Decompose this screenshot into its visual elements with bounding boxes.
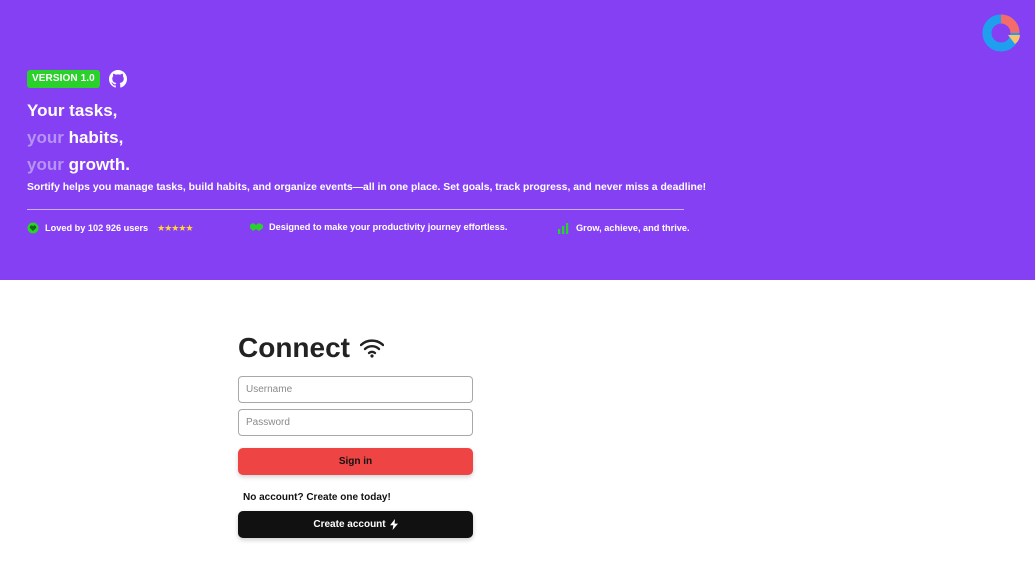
headline-line-2-word: habits, [68,128,124,147]
wifi-icon [360,339,384,358]
badge-row: VERSION 1.0 [27,70,127,88]
bar-chart-icon [558,223,569,234]
hero-banner: VERSION 1.0 Your tasks, your habits, you… [0,0,1035,280]
password-input[interactable] [238,409,473,436]
connect-heading: Connect [238,332,384,364]
lightning-icon [389,519,398,530]
sign-in-button[interactable]: Sign in [238,448,473,475]
version-badge: VERSION 1.0 [27,70,100,88]
heart-icon [27,222,39,234]
feature-designed-text: Designed to make your productivity journ… [269,222,508,232]
feature-loved: Loved by 102 926 users ★★★★★ [27,222,194,234]
headline-line-1: Your tasks, [27,101,118,120]
headline-line-3-prefix: your [27,155,64,174]
create-account-button[interactable]: Create account [238,511,473,538]
hero-headline: Your tasks, your habits, your growth. [27,97,130,178]
app-logo-icon[interactable] [981,11,1025,55]
headline-line-2-prefix: your [27,128,64,147]
feature-designed: Designed to make your productivity journ… [250,222,507,232]
hero-divider [27,209,684,210]
github-icon[interactable] [108,70,127,88]
sign-in-label: Sign in [338,456,373,467]
headline-line-3: your growth. [27,151,130,178]
no-account-text: No account? Create one today! [243,492,391,503]
headline-line-3-word: growth. [68,155,130,174]
feature-grow-text: Grow, achieve, and thrive. [576,223,690,233]
hero-tagline: Sortify helps you manage tasks, build ha… [27,182,707,193]
feature-grow: Grow, achieve, and thrive. [558,222,690,234]
connect-title: Connect [238,332,350,363]
handshake-icon [250,223,263,231]
rating-stars-icon: ★★★★★ [157,222,193,233]
feature-loved-text: Loved by 102 926 users [45,223,149,233]
headline-line-2: your habits, [27,124,130,151]
username-input[interactable] [238,376,473,403]
create-account-label: Create account [313,519,386,530]
